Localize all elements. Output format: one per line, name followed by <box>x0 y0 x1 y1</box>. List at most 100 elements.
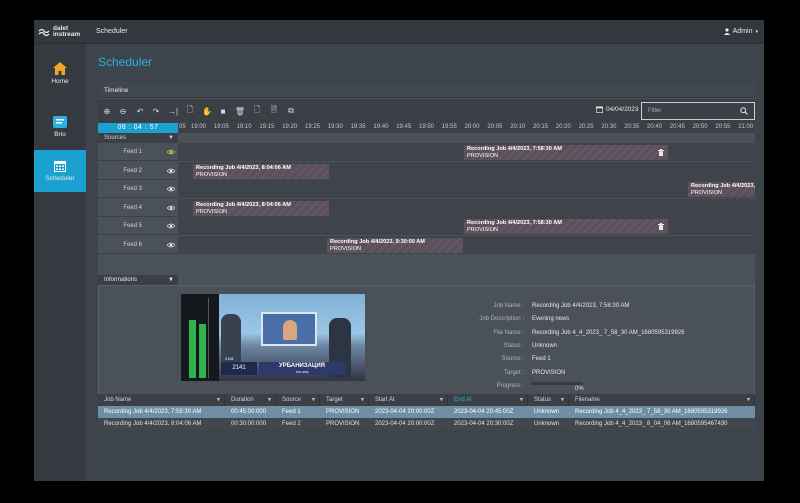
sort-arrow-icon: ▼ <box>519 397 524 403</box>
sidebar-item-brio[interactable]: Brio <box>34 106 86 148</box>
eye-icon[interactable] <box>167 167 175 175</box>
table-row[interactable]: Recording Job 4/4/2023, 7:58:30 AM 00:45:… <box>98 406 755 418</box>
detail-label: File Name : <box>493 329 524 336</box>
column-header[interactable]: Job Name ▼ <box>98 394 225 406</box>
eye-icon[interactable] <box>167 241 175 249</box>
filter-input[interactable]: Filter <box>641 102 755 120</box>
job-block-target: PROVISION <box>467 153 499 159</box>
timeline-job-block[interactable]: Recording Job 4/4/2023, 7:58:30 AM PROVI… <box>464 145 668 160</box>
progress-bar <box>531 382 583 385</box>
video-preview[interactable]: УРБАНИЗАЦИЯ тоо шоу 2141 2181 <box>181 294 365 381</box>
column-header[interactable]: Duration ▼ <box>225 394 276 406</box>
timeline-tick: 19:55 <box>441 124 457 130</box>
undo-icon: ↶ <box>136 106 144 116</box>
timeline-tick: 20:55 <box>715 124 731 130</box>
video-screen <box>261 312 317 346</box>
feed-row: Feed 5 Recording Job 4/4/2023, 7:58:30 A… <box>98 217 755 235</box>
timeline-ruler[interactable]: 05 19:00 19:05 19:10 19:15 19:20 19:25 19:30 19:… <box>178 123 755 133</box>
job-block-target: PROVISION <box>691 190 723 196</box>
delete-button[interactable]: 🗑 <box>234 105 246 117</box>
sources-header[interactable]: Sources ▼ <box>98 133 178 143</box>
zoom-in-button[interactable]: ⊕ <box>101 105 113 117</box>
column-header[interactable]: End At ▼ <box>448 394 528 406</box>
detail-label: Status : <box>503 342 524 349</box>
zoom-in-icon: ⊕ <box>103 106 111 116</box>
feed-track[interactable]: Recording Job 4/4/2023, 7:58:30 AM PROVI… <box>178 217 755 235</box>
column-header-label: Source <box>282 397 302 403</box>
undo-button[interactable]: ↶ <box>134 105 146 117</box>
column-header[interactable]: Source ▼ <box>276 394 320 406</box>
date-picker[interactable]: 04/04/2023 <box>596 106 639 113</box>
eye-icon[interactable] <box>167 204 175 212</box>
redo-icon: ↷ <box>152 106 160 116</box>
feed-row: Feed 6 Recording Job 4/4/2023, 9:30:00 A… <box>98 235 755 254</box>
trash-icon[interactable] <box>658 223 664 230</box>
feed-track[interactable]: Recording Job 4/4/2023, 8:04:06 AM PROVI… <box>178 198 755 217</box>
sidebar-item-scheduler[interactable]: Scheduler <box>34 150 86 192</box>
feed-name: Feed 5 <box>123 223 142 229</box>
stop-button[interactable]: ■ <box>217 105 229 117</box>
timeline-tick: 20:40 <box>647 124 663 130</box>
feed-track[interactable]: Recording Job 4/4/2023, PROVISION <box>178 180 755 198</box>
job-block-target: PROVISION <box>196 171 228 178</box>
user-icon <box>723 28 730 35</box>
feed-name: Feed 6 <box>123 241 142 248</box>
table-cell: PROVISION <box>326 421 360 427</box>
calendar-icon <box>54 161 66 172</box>
timeline-job-block[interactable]: Recording Job 4/4/2023, 8:04:06 AM PROVI… <box>193 163 329 179</box>
eye-icon[interactable] <box>167 148 175 156</box>
audio-meter-right <box>199 324 206 378</box>
timeline-job-block[interactable]: Recording Job 4/4/2023, PROVISION <box>688 182 755 197</box>
informations-header[interactable]: Informations ▼ <box>98 275 178 285</box>
timeline-tick: 19:20 <box>282 124 298 130</box>
table-row[interactable]: Recording Job 4/4/2023, 8:04:06 AM 00:30:… <box>98 418 755 430</box>
column-header[interactable]: Status ▼ <box>528 394 569 406</box>
column-header-label: Job Name <box>104 397 132 403</box>
copy-button[interactable]: ⧉ <box>285 105 297 117</box>
logo[interactable]: dalet instream <box>34 20 86 44</box>
video-frame: УРБАНИЗАЦИЯ тоо шоу 2141 2181 <box>219 294 365 381</box>
sidebar-item-home[interactable]: Home <box>34 52 86 94</box>
brio-icon <box>53 116 67 128</box>
edit-file-button[interactable]: 🗎 <box>268 105 280 117</box>
timeline-job-block[interactable]: Recording Job 4/4/2023, 8:04:06 AM PROVI… <box>193 200 329 216</box>
search-icon <box>740 107 748 115</box>
feed-track[interactable]: Recording Job 4/4/2023, 8:04:06 AM PROVI… <box>178 161 755 180</box>
sort-arrow-icon: ▼ <box>311 397 316 403</box>
feed-track[interactable]: Recording Job 4/4/2023, 7:58:30 AM PROVI… <box>178 143 755 161</box>
add-file-button[interactable]: 🗋 <box>251 105 263 117</box>
column-header-label: Target <box>326 397 343 403</box>
job-block-title: Recording Job 4/4/2023, 9:30:00 AM <box>330 238 425 245</box>
timeline-tick: 19:00 <box>191 124 207 130</box>
table-cell: 00:45:00:000 <box>231 409 267 415</box>
trash-icon[interactable] <box>658 149 664 156</box>
timeline-header: Timeline <box>98 82 755 98</box>
eye-icon[interactable] <box>167 222 175 230</box>
table-cell: 2023-04-04 20:00:00Z <box>375 421 435 427</box>
feed-row: Feed 3 Recording Job 4/4/2023, PROVISION <box>98 180 755 198</box>
column-header[interactable]: Filename ▼ <box>569 394 755 406</box>
timeline-tick: 20:20 <box>555 124 571 130</box>
user-menu[interactable]: Admin ▾ <box>723 28 758 35</box>
drag-button[interactable]: ✋ <box>201 105 213 117</box>
timeline-job-block[interactable]: Recording Job 4/4/2023, 9:30:00 AM PROVI… <box>327 237 463 253</box>
timeline-tick: 19:10 <box>236 124 252 130</box>
informations-panel: УРБАНИЗАЦИЯ тоо шоу 2141 2181 Job Name :… <box>98 285 755 398</box>
job-block-title: Recording Job 4/4/2023, 8:04:06 AM <box>196 164 291 171</box>
feed-track[interactable]: Recording Job 4/4/2023, 9:30:00 AM PROVI… <box>178 235 755 254</box>
timeline-tick: 19:15 <box>259 124 275 130</box>
eye-icon[interactable] <box>167 185 175 193</box>
timeline-job-block[interactable]: Recording Job 4/4/2023, 7:58:30 AM PROVI… <box>464 219 668 234</box>
column-header[interactable]: Start At ▼ <box>369 394 448 406</box>
sidebar-item-label: Brio <box>54 131 66 138</box>
go-to-now-button[interactable]: →| <box>167 105 179 117</box>
file-plus-icon: 🗋 <box>253 105 261 114</box>
table-cell: Recording Job 4/4/2023, 8:04:06 AM <box>104 421 202 427</box>
video-small-label: 2181 <box>225 356 234 361</box>
column-header[interactable]: Target ▼ <box>320 394 369 406</box>
redo-button[interactable]: ↷ <box>150 105 162 117</box>
sort-arrow-icon: ▼ <box>360 397 365 403</box>
new-job-button[interactable]: 🗋 <box>184 105 196 117</box>
feed-label: Feed 3 <box>98 180 178 198</box>
zoom-out-button[interactable]: ⊖ <box>117 105 129 117</box>
